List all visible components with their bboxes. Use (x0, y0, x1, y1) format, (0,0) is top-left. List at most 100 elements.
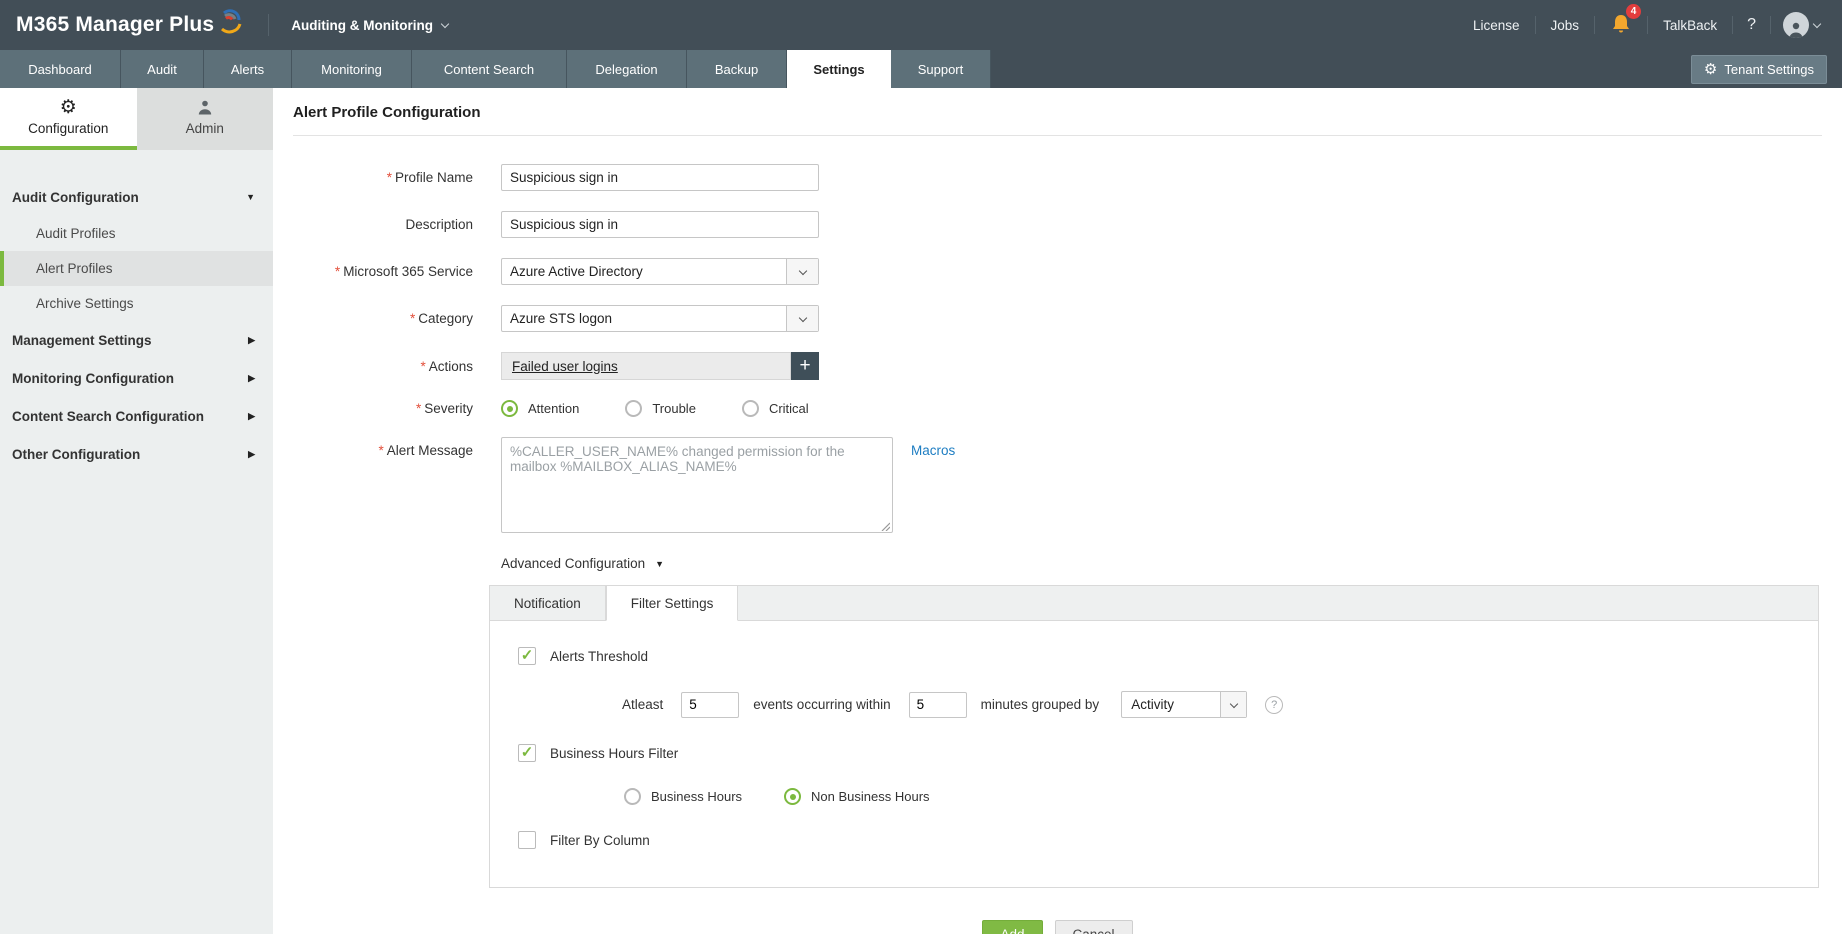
header-divider (268, 14, 270, 36)
business-hours-filter-label: Business Hours Filter (550, 745, 679, 761)
caret-down-icon: ▼ (655, 558, 665, 569)
group-by-select-value: Activity (1131, 697, 1174, 712)
severity-option-trouble[interactable]: Trouble (625, 400, 696, 417)
business-hours-option[interactable]: Business Hours (624, 788, 742, 805)
triangle-down-icon: ▼ (246, 192, 255, 202)
triangle-right-icon: ▶ (248, 448, 255, 459)
add-button[interactable]: Add (982, 920, 1043, 934)
page-title: Alert Profile Configuration (293, 104, 481, 121)
admin-tab-label: Admin (185, 120, 224, 136)
macros-link[interactable]: Macros (911, 443, 955, 458)
user-menu[interactable] (1771, 12, 1828, 38)
severity-option-critical[interactable]: Critical (741, 400, 809, 417)
nav-tab-monitoring[interactable]: Monitoring (292, 50, 412, 88)
license-link[interactable]: License (1458, 18, 1535, 33)
module-switcher[interactable]: Auditing & Monitoring (291, 17, 450, 33)
add-action-button[interactable]: + (791, 352, 819, 380)
profile-name-input[interactable] (501, 164, 819, 191)
sidebar-section-other-configuration[interactable]: Other Configuration ▶ (0, 435, 273, 473)
triangle-right-icon: ▶ (248, 410, 255, 421)
admin-person-icon (198, 100, 211, 114)
actions-value-link[interactable]: Failed user logins (512, 359, 618, 374)
app-logo[interactable]: M365 Manager Plus (0, 9, 244, 37)
chevron-down-icon (440, 19, 450, 28)
threshold-help-icon[interactable]: ? (1265, 695, 1284, 714)
events-occurring-label: events occurring within (753, 697, 891, 712)
title-divider (293, 135, 1822, 136)
service-label: Microsoft 365 Service (343, 264, 473, 279)
required-asterisk: * (409, 311, 416, 326)
filter-by-column-checkbox[interactable] (518, 831, 536, 849)
notification-bell-button[interactable]: 4 (1595, 3, 1647, 38)
app-logo-text: M365 Manager Plus (16, 13, 215, 36)
severity-radio-group: Attention Trouble Critical (501, 400, 855, 417)
nav-tab-content-search[interactable]: Content Search (412, 50, 567, 88)
sidebar-section-monitoring-configuration[interactable]: Monitoring Configuration ▶ (0, 359, 273, 397)
sidebar-tab-admin[interactable]: Admin (136, 88, 273, 150)
actions-field: Failed user logins (501, 352, 791, 380)
service-select-value: Azure Active Directory (510, 264, 643, 279)
tenant-settings-button[interactable]: ⚙ Tenant Settings (1690, 54, 1827, 84)
nav-tab-settings[interactable]: Settings (787, 50, 891, 88)
advanced-configuration-toggle[interactable]: Advanced Configuration ▼ (501, 556, 1822, 571)
actions-label: Actions (428, 358, 473, 374)
business-hours-filter-checkbox[interactable]: ✓ (518, 744, 536, 762)
primary-nav: Dashboard Audit Alerts Monitoring Conten… (0, 50, 1842, 88)
nav-tab-delegation[interactable]: Delegation (567, 50, 687, 88)
jobs-link[interactable]: Jobs (1536, 18, 1595, 33)
alert-message-textarea[interactable] (501, 437, 893, 533)
sidebar-item-audit-profiles[interactable]: Audit Profiles (0, 216, 273, 251)
logo-swoosh-icon (221, 9, 242, 34)
plus-icon: + (799, 355, 811, 376)
business-hours-radio-group: Business Hours Non Business Hours (624, 788, 1790, 805)
events-count-input[interactable] (681, 691, 740, 718)
chevron-down-icon (1220, 692, 1247, 717)
alerts-threshold-label: Alerts Threshold (550, 648, 649, 664)
radio-icon (624, 788, 641, 805)
module-switcher-label: Auditing & Monitoring (291, 17, 434, 33)
alerts-threshold-checkbox[interactable]: ✓ (518, 647, 536, 665)
group-by-select[interactable]: Activity (1121, 691, 1248, 718)
user-avatar-icon (1783, 12, 1809, 38)
sidebar-section-management-settings[interactable]: Management Settings ▶ (0, 321, 273, 359)
cancel-button[interactable]: Cancel (1054, 920, 1133, 934)
sidebar-item-alert-profiles[interactable]: Alert Profiles (0, 251, 273, 286)
service-select[interactable]: Azure Active Directory (501, 258, 819, 285)
minutes-input[interactable] (908, 691, 967, 718)
app-header: M365 Manager Plus Auditing & Monitoring … (0, 0, 1842, 50)
category-select[interactable]: Azure STS logon (501, 305, 819, 332)
triangle-right-icon: ▶ (248, 372, 255, 383)
required-asterisk: * (378, 443, 384, 458)
nav-tab-audit[interactable]: Audit (121, 50, 204, 88)
sidebar-item-archive-settings[interactable]: Archive Settings (0, 286, 273, 321)
advanced-configuration-panel: Notification Filter Settings ✓ Alerts Th… (489, 585, 1819, 888)
nav-tab-dashboard[interactable]: Dashboard (0, 50, 121, 88)
sidebar-section-audit-configuration[interactable]: Audit Configuration ▼ (0, 178, 273, 216)
radio-icon (741, 400, 759, 417)
radio-selected-icon (784, 788, 802, 805)
help-icon[interactable]: ? (1733, 16, 1770, 34)
required-asterisk: * (386, 170, 392, 185)
severity-option-attention[interactable]: Attention (501, 400, 579, 417)
sidebar-tab-configuration[interactable]: ⚙ Configuration (0, 88, 137, 150)
configuration-tab-label: Configuration (28, 121, 109, 136)
talkback-link[interactable]: TalkBack (1648, 18, 1732, 33)
severity-label: Severity (424, 401, 473, 416)
chevron-down-icon (786, 259, 818, 284)
filter-by-column-label: Filter By Column (550, 832, 650, 848)
tab-filter-settings[interactable]: Filter Settings (605, 586, 739, 621)
non-business-hours-option[interactable]: Non Business Hours (784, 788, 930, 805)
sidebar-section-content-search-configuration[interactable]: Content Search Configuration ▶ (0, 397, 273, 435)
description-input[interactable] (501, 211, 819, 238)
nav-tab-support[interactable]: Support (891, 50, 991, 88)
tab-notification[interactable]: Notification (490, 586, 606, 620)
alert-message-label: Alert Message (386, 443, 473, 458)
notification-badge: 4 (1626, 3, 1642, 19)
nav-tab-alerts[interactable]: Alerts (204, 50, 292, 88)
required-asterisk: * (334, 264, 341, 279)
profile-name-label: Profile Name (394, 170, 473, 185)
nav-tab-backup[interactable]: Backup (687, 50, 787, 88)
triangle-right-icon: ▶ (248, 334, 255, 345)
radio-icon (625, 400, 643, 417)
main-content: Alert Profile Configuration * Profile Nam… (273, 88, 1842, 934)
